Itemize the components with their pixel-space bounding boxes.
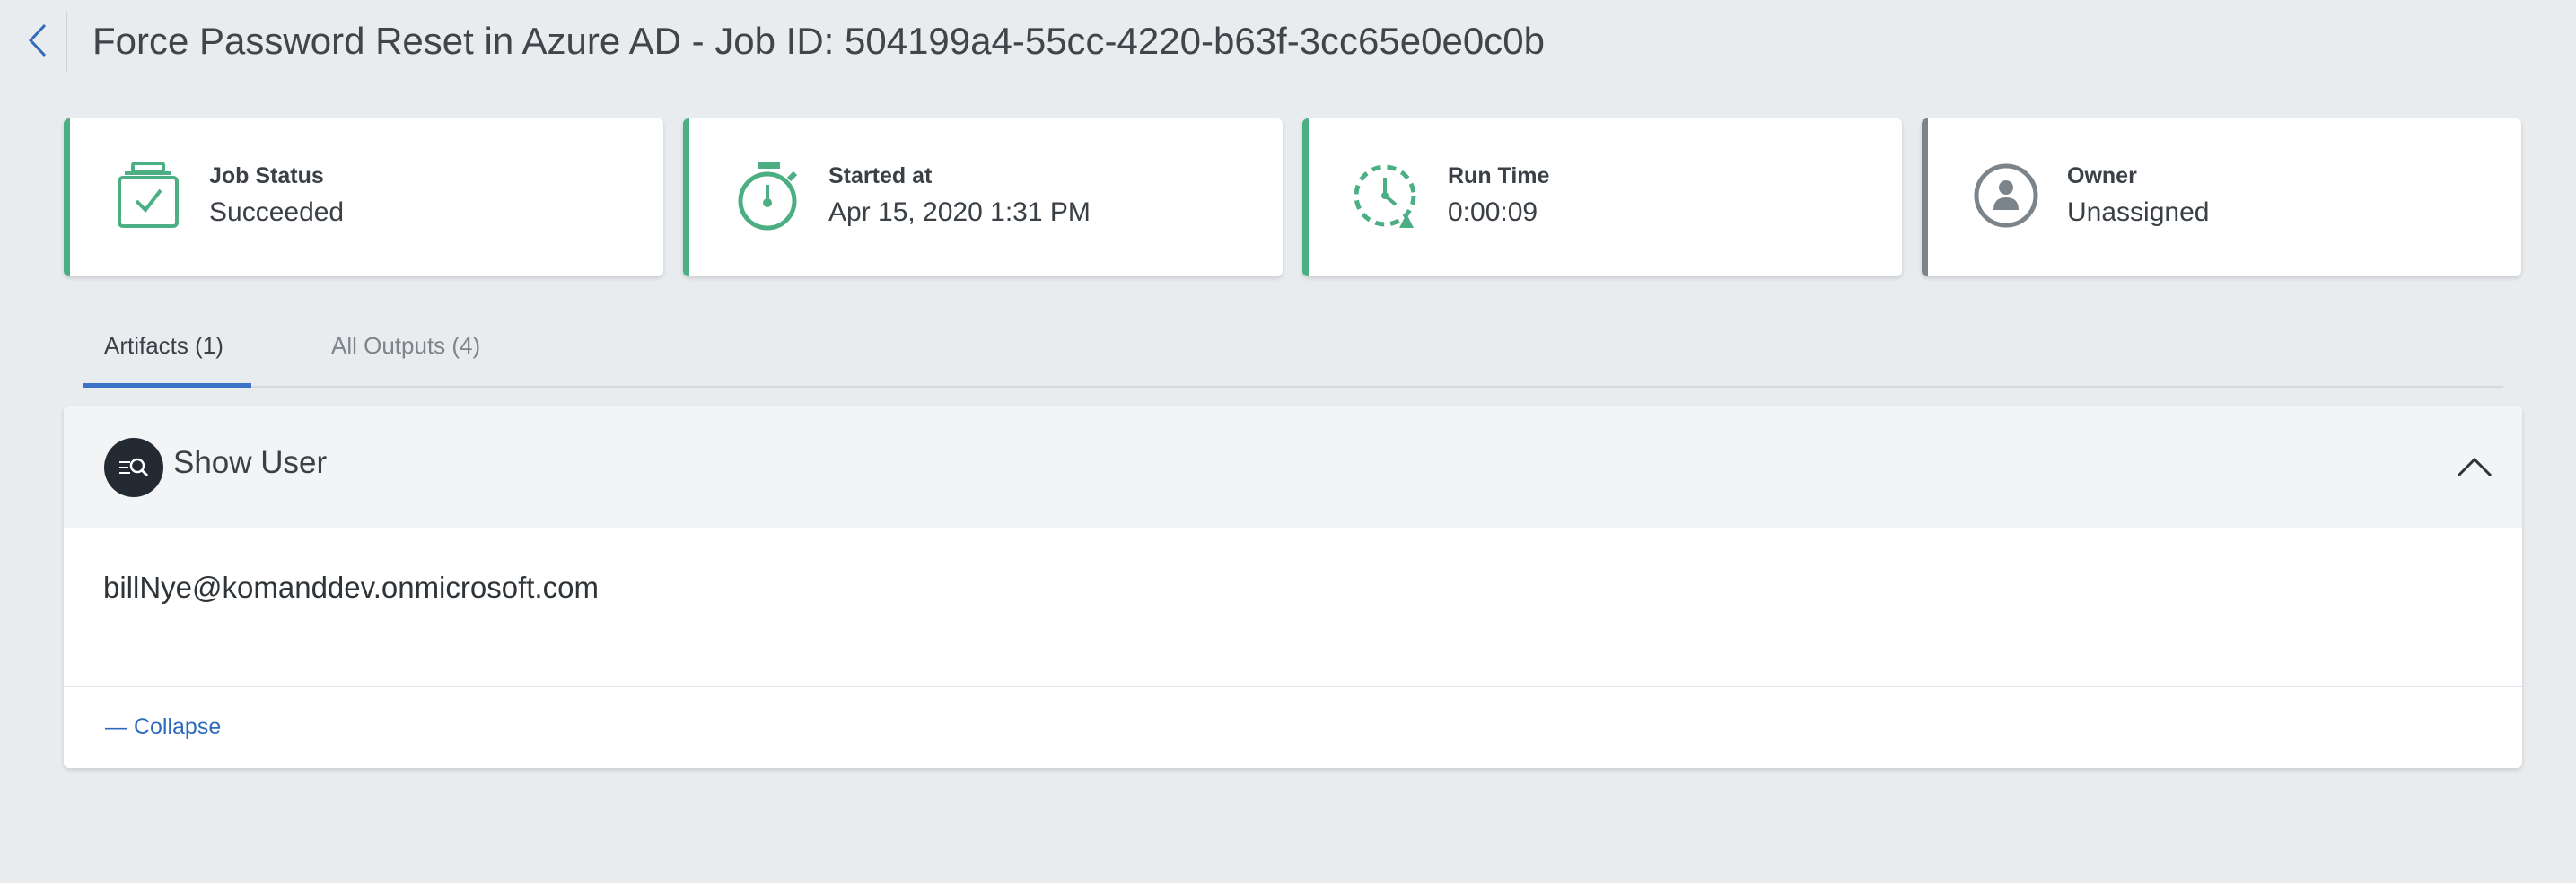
- tab-artifacts[interactable]: Artifacts (1): [104, 332, 223, 360]
- artifact-body: billNye@komanddev.onmicrosoft.com: [64, 528, 2522, 687]
- collapse-link[interactable]: — Collapse: [105, 714, 221, 740]
- card-accent: [1302, 118, 1309, 276]
- artifact-panel-header[interactable]: Show User: [64, 406, 2522, 528]
- artifact-footer: — Collapse: [64, 687, 2522, 768]
- started-at-card: Started at Apr 15, 2020 1:31 PM: [683, 118, 1283, 276]
- page-header: Force Password Reset in Azure AD - Job I…: [0, 0, 2576, 83]
- card-accent: [64, 118, 70, 276]
- job-status-card: Job Status Succeeded: [64, 118, 663, 276]
- chevron-left-icon: [28, 23, 47, 57]
- started-at-value: Apr 15, 2020 1:31 PM: [828, 197, 1091, 227]
- card-label: Run Time: [1448, 163, 1550, 188]
- card-accent: [1922, 118, 1928, 276]
- back-button[interactable]: [20, 13, 65, 68]
- card-label: Owner: [2067, 163, 2137, 188]
- owner-value: Unassigned: [2067, 197, 2210, 227]
- run-time-value: 0:00:09: [1448, 197, 1538, 227]
- user-circle-icon: [1968, 158, 2044, 233]
- card-label: Job Status: [209, 163, 324, 188]
- clock-refresh-icon: [1349, 158, 1424, 233]
- chevron-up-icon[interactable]: [2454, 449, 2495, 485]
- card-accent: [683, 118, 689, 276]
- job-status-value: Succeeded: [209, 197, 345, 227]
- active-tab-indicator: [83, 383, 251, 388]
- tab-all-outputs[interactable]: All Outputs (4): [331, 332, 480, 360]
- clipboard-check-icon: [110, 158, 186, 233]
- artifact-panel: Show User billNye@komanddev.onmicrosoft.…: [64, 406, 2522, 768]
- page-title: Force Password Reset in Azure AD - Job I…: [92, 20, 1545, 62]
- owner-card: Owner Unassigned: [1922, 118, 2521, 276]
- header-divider: [66, 11, 67, 72]
- user-email-value: billNye@komanddev.onmicrosoft.com: [103, 571, 599, 604]
- card-label: Started at: [828, 163, 933, 188]
- search-list-icon: [104, 438, 163, 497]
- artifact-title: Show User: [173, 445, 328, 480]
- stopwatch-icon: [730, 158, 805, 233]
- run-time-card: Run Time 0:00:09: [1302, 118, 1902, 276]
- tab-bar: Artifacts (1) All Outputs (4): [83, 314, 2503, 388]
